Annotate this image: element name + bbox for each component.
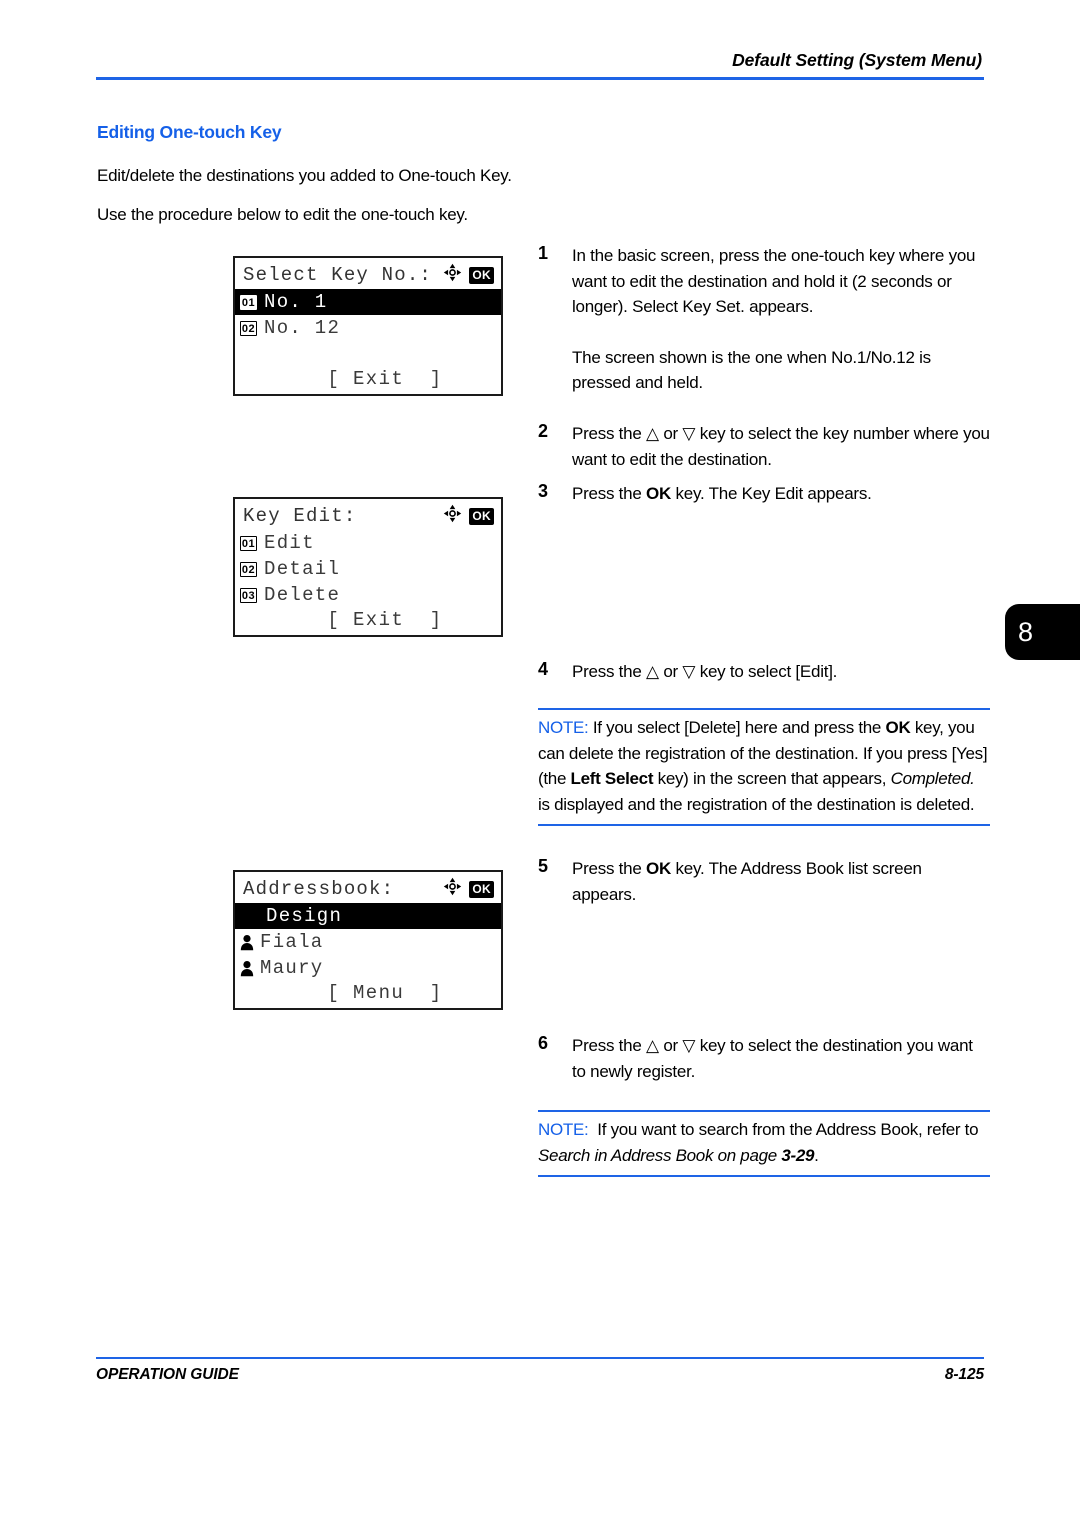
- lcd-title: Addressbook:: [243, 878, 395, 900]
- lcd-icon-group: OK: [443, 263, 494, 287]
- ok-key-emphasis: OK: [646, 859, 672, 878]
- list-item-label: Design: [266, 905, 343, 927]
- ok-key-emphasis: OK: [885, 718, 911, 737]
- note-text: NOTE: If you want to search from the Add…: [538, 1120, 979, 1165]
- lcd-list-item[interactable]: 02 Detail: [235, 556, 501, 582]
- step-body: In the basic screen, press the one-touch…: [572, 243, 990, 396]
- lcd-list-item[interactable]: Design: [235, 903, 501, 929]
- step-2: 2 Press the △ or ▽ key to select the key…: [538, 421, 990, 472]
- ok-badge-icon: OK: [469, 507, 494, 525]
- list-item-number-badge: 01: [240, 535, 257, 551]
- lcd-title: Select Key No.:: [243, 264, 433, 286]
- lcd-icon-group: OK: [443, 877, 494, 901]
- lcd-softkey-exit[interactable]: [ Exit ]: [235, 368, 501, 390]
- lcd-screen-key-edit: Key Edit: OK 01 Edit 02 Detail 03 Delete…: [233, 497, 503, 637]
- lcd-softkey-exit[interactable]: [ Exit ]: [235, 609, 501, 631]
- lcd-title: Key Edit:: [243, 505, 357, 527]
- list-item-label: Fiala: [260, 931, 324, 953]
- step-number: 3: [538, 481, 549, 501]
- step-number: 2: [538, 421, 549, 441]
- running-header-title: Default Setting (System Menu): [732, 50, 982, 70]
- intro-paragraph-1: Edit/delete the destinations you added t…: [97, 166, 512, 185]
- group-icon: [240, 908, 260, 925]
- lcd-list-item[interactable]: 01 No. 1: [235, 289, 501, 315]
- step-paragraph: The screen shown is the one when No.1/No…: [572, 347, 931, 393]
- step-5: 5 Press the OK key. The Address Book lis…: [538, 856, 990, 907]
- footer-row: OPERATION GUIDE 8-125: [96, 1359, 984, 1384]
- step-paragraph: Press the OK key. The Key Edit appears.: [572, 484, 872, 503]
- list-item-label: Maury: [260, 957, 324, 979]
- lcd-list-item[interactable]: 02 No. 12: [235, 315, 501, 341]
- person-icon: [240, 960, 254, 977]
- step-body: Press the OK key. The Address Book list …: [572, 856, 990, 907]
- step-4: 4 Press the △ or ▽ key to select [Edit].: [538, 659, 990, 685]
- note-text: NOTE: If you select [Delete] here and pr…: [538, 718, 988, 814]
- lcd-list-item[interactable]: Fiala: [235, 929, 501, 955]
- ok-badge-icon: OK: [469, 266, 494, 284]
- step-paragraph: Press the OK key. The Address Book list …: [572, 859, 922, 904]
- step-number: 1: [538, 243, 549, 263]
- step-paragraph: In the basic screen, press the one-touch…: [572, 246, 976, 316]
- lcd-screen-addressbook: Addressbook: OK Design Fiala Maury [Men…: [233, 870, 503, 1010]
- intro-paragraph-2: Use the procedure below to edit the one-…: [97, 205, 468, 224]
- header-rule: [96, 77, 984, 80]
- left-select-key-emphasis: Left Select: [570, 769, 654, 788]
- list-item-label: Detail: [264, 558, 341, 580]
- note-bottom-rule: [538, 1175, 990, 1177]
- note-label: NOTE:: [538, 718, 589, 737]
- step-paragraph: Press the △ or ▽ key to select the key n…: [572, 424, 990, 469]
- step-body: Press the △ or ▽ key to select [Edit].: [572, 659, 990, 685]
- page-footer: OPERATION GUIDE 8-125: [96, 1357, 984, 1384]
- lcd-title-row: Key Edit: OK: [235, 499, 501, 530]
- chapter-tab: 8: [1005, 604, 1080, 660]
- ok-badge-icon: OK: [469, 880, 494, 898]
- dpad-icon: [443, 504, 462, 528]
- cross-reference: Search in Address Book on page 3-29: [538, 1145, 815, 1165]
- page-header: Default Setting (System Menu): [96, 50, 984, 80]
- lcd-screen-select-key-no: Select Key No.: OK 01 No. 1 02 No. 12 [ …: [233, 256, 503, 396]
- list-item-number-badge: 02: [240, 320, 257, 336]
- lcd-title-row: Select Key No.: OK: [235, 258, 501, 289]
- step-number: 6: [538, 1033, 549, 1053]
- step-3: 3 Press the OK key. The Key Edit appears…: [538, 481, 990, 507]
- page-title: Editing One-touch Key: [97, 122, 282, 142]
- ok-key-emphasis: OK: [646, 484, 672, 503]
- step-number: 5: [538, 856, 549, 876]
- note-bottom-rule: [538, 824, 990, 826]
- lcd-icon-group: OK: [443, 504, 494, 528]
- list-item-number-badge: 01: [240, 294, 257, 310]
- lcd-list-item[interactable]: Maury: [235, 955, 501, 981]
- chapter-number: 8: [1018, 617, 1034, 647]
- dpad-icon: [443, 263, 462, 287]
- step-1: 1 In the basic screen, press the one-tou…: [538, 243, 990, 396]
- completed-emphasis: Completed.: [890, 769, 975, 788]
- lcd-title-row: Addressbook: OK: [235, 872, 501, 903]
- note-block-search: NOTE: If you want to search from the Add…: [538, 1110, 990, 1177]
- step-paragraph: Press the △ or ▽ key to select the desti…: [572, 1036, 973, 1081]
- lcd-softkey-menu[interactable]: [ Menu ]: [235, 982, 501, 1004]
- dpad-icon: [443, 877, 462, 901]
- list-item-label: No. 1: [264, 291, 328, 313]
- footer-page-number: 8-125: [944, 1366, 984, 1383]
- list-item-number-badge: 02: [240, 561, 257, 577]
- list-item-number-badge: 03: [240, 587, 257, 603]
- step-body: Press the △ or ▽ key to select the key n…: [572, 421, 990, 472]
- list-item-label: Delete: [264, 584, 341, 606]
- person-icon: [240, 934, 254, 951]
- footer-guide-label: OPERATION GUIDE: [96, 1366, 239, 1383]
- lcd-list-item[interactable]: 03 Delete: [235, 582, 501, 608]
- step-paragraph: Press the △ or ▽ key to select [Edit].: [572, 662, 838, 681]
- note-block-delete: NOTE: If you select [Delete] here and pr…: [538, 708, 990, 826]
- list-item-label: No. 12: [264, 317, 341, 339]
- step-number: 4: [538, 659, 549, 679]
- lcd-list-item[interactable]: 01 Edit: [235, 530, 501, 556]
- list-item-label: Edit: [264, 532, 315, 554]
- step-body: Press the △ or ▽ key to select the desti…: [572, 1033, 990, 1084]
- step-6: 6 Press the △ or ▽ key to select the des…: [538, 1033, 990, 1084]
- note-label: NOTE:: [538, 1120, 589, 1139]
- step-body: Press the OK key. The Key Edit appears.: [572, 481, 990, 507]
